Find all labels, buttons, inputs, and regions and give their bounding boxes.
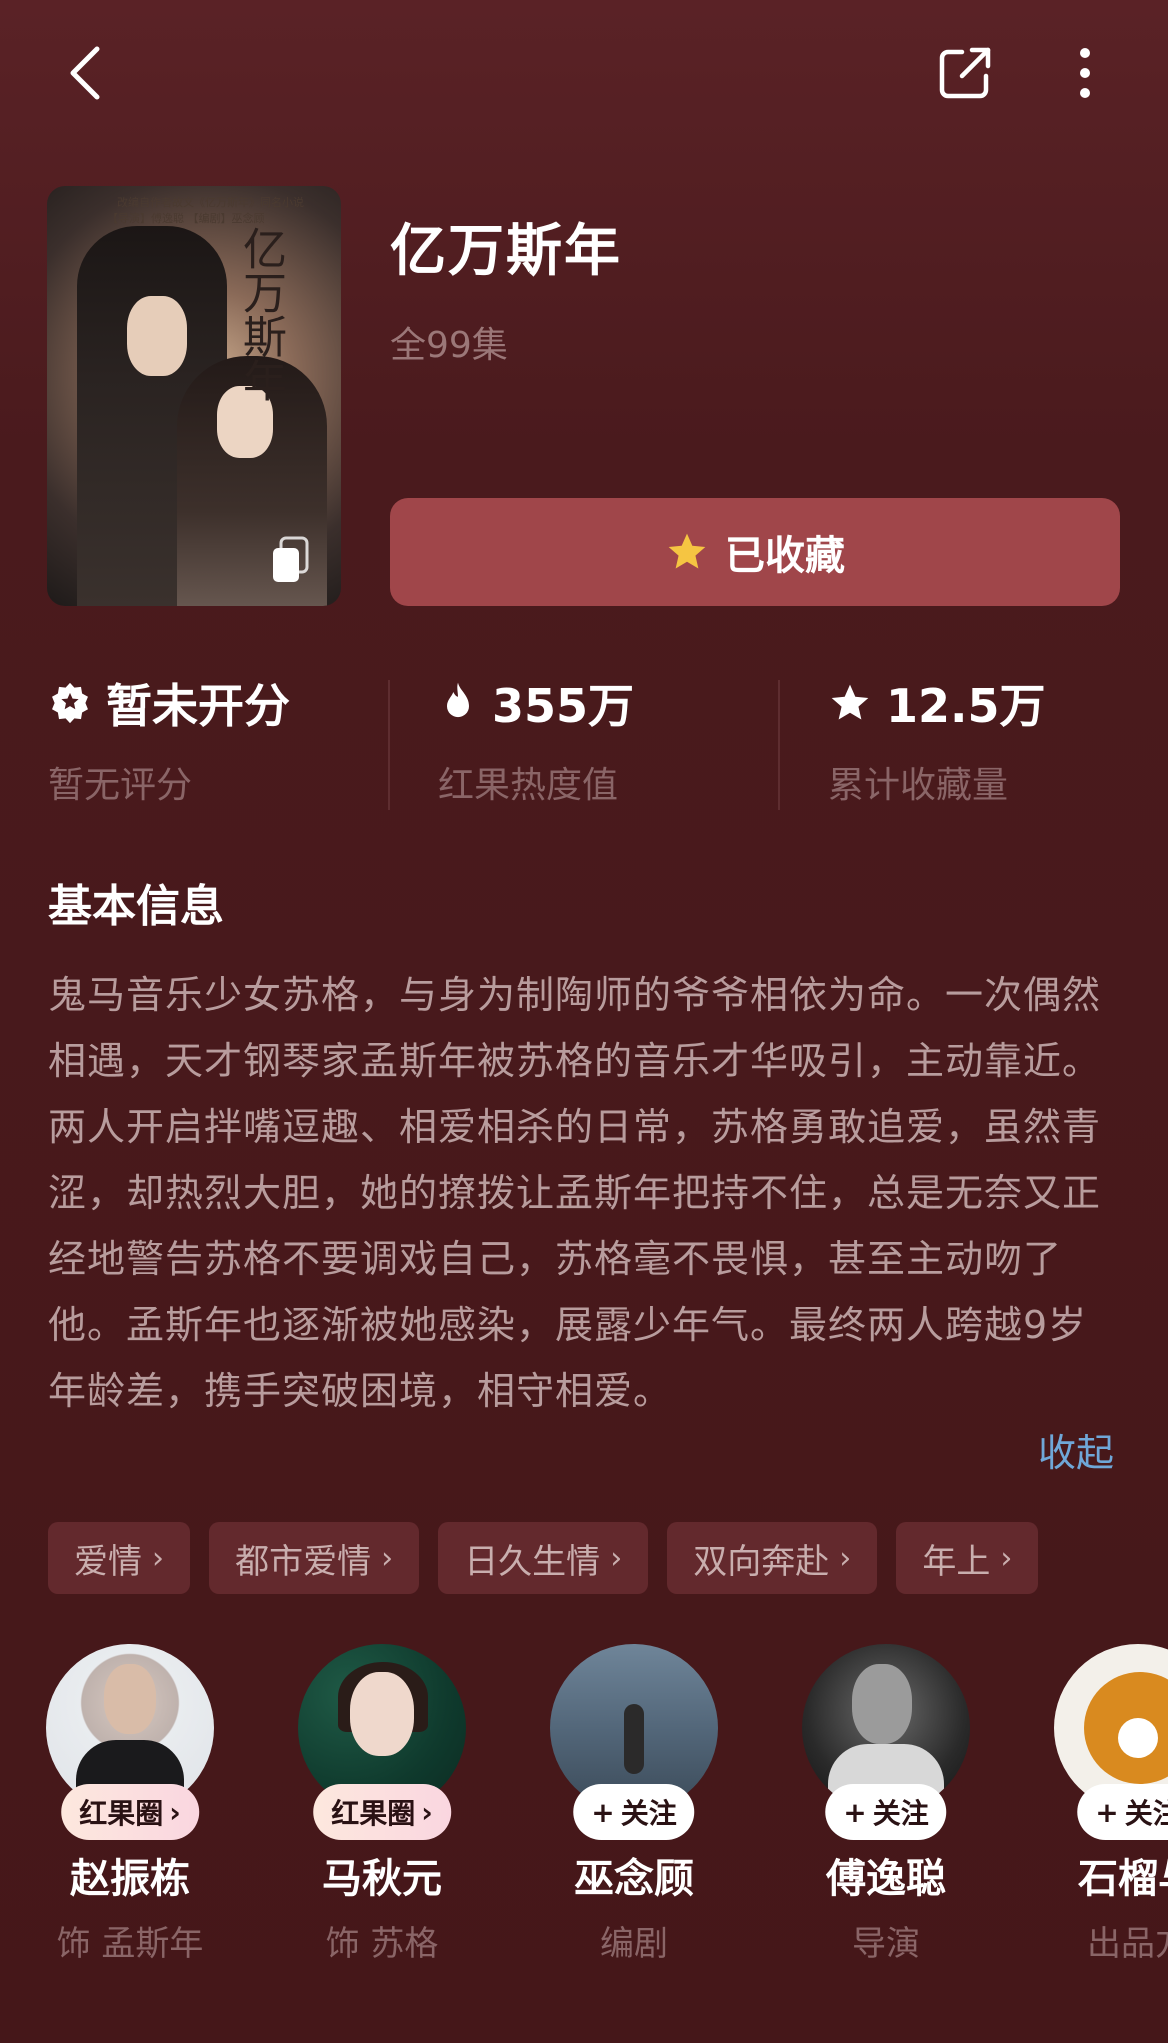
- person-role: 导演: [852, 1924, 920, 1964]
- stat-collections-label: 累计收藏量: [828, 765, 1009, 806]
- tag-chip[interactable]: 都市爱情 ›: [209, 1522, 420, 1594]
- tag-label: 双向奔赴: [693, 1541, 830, 1582]
- tag-chip[interactable]: 日久生情 ›: [438, 1522, 649, 1594]
- star-icon: [831, 684, 869, 720]
- poster-title-art: 亿万斯年: [235, 226, 286, 402]
- stat-collections[interactable]: 12.5万 累计收藏量: [828, 670, 1168, 808]
- follow-button[interactable]: + 关注: [825, 1784, 947, 1840]
- collect-button[interactable]: 已收藏: [390, 498, 1120, 606]
- chevron-left-icon: [70, 46, 100, 100]
- star-filled-icon: [668, 533, 706, 569]
- chevron-right-icon: ›: [839, 1540, 852, 1576]
- person-card[interactable]: 红果圈 › 马秋元 饰 苏格: [272, 1644, 492, 1965]
- more-vertical-icon: [1080, 48, 1090, 98]
- chevron-right-icon: ›: [1000, 1540, 1013, 1576]
- flame-icon: [447, 682, 469, 718]
- person-card[interactable]: + 关注 巫念顾 编剧: [524, 1644, 744, 1965]
- person-name: 傅逸聪: [826, 1856, 946, 1902]
- stat-divider: [778, 680, 780, 810]
- stats-row: 暂未开分 暂无评分 355万 红果热度值 12.5万 累计收藏量: [0, 670, 1168, 820]
- badge-label: 关注: [620, 1797, 677, 1830]
- chevron-right-icon: ›: [610, 1540, 623, 1576]
- chevron-right-icon: ›: [152, 1540, 164, 1576]
- tag-chip[interactable]: 年上 ›: [896, 1522, 1039, 1594]
- tag-label: 都市爱情: [235, 1541, 372, 1582]
- section-title-basic-info: 基本信息: [48, 881, 224, 932]
- person-card[interactable]: +关注 石榴与 出品方: [1028, 1644, 1168, 1965]
- badge-label: 红果圈: [331, 1797, 416, 1830]
- person-role: 出品方: [1087, 1924, 1168, 1964]
- follow-button[interactable]: + 关注: [1077, 1784, 1168, 1840]
- chevron-right-icon: ›: [381, 1540, 394, 1576]
- tag-label: 爱情: [74, 1541, 142, 1582]
- stat-heat-value: 355万: [492, 679, 635, 733]
- more-button[interactable]: [1050, 38, 1120, 108]
- drama-title: 亿万斯年: [390, 219, 622, 284]
- person-card[interactable]: 红果圈 › 赵振栋 饰 孟斯年: [20, 1644, 240, 1965]
- poster-credit-note: 【导演】傅逸聪 【编剧】巫念顾: [107, 212, 265, 225]
- poster-face-man: [127, 296, 187, 376]
- poster-image[interactable]: 改编自作者故文《亿万斯年》同名小说 【导演】傅逸聪 【编剧】巫念顾 亿万斯年: [47, 186, 341, 606]
- share-button[interactable]: [930, 38, 1000, 108]
- chevron-right-icon: ›: [169, 1795, 181, 1829]
- stat-heat-label: 红果热度值: [438, 765, 619, 806]
- badge-label: 关注: [872, 1797, 929, 1830]
- person-name: 马秋元: [322, 1856, 442, 1902]
- tag-label: 年上: [922, 1541, 991, 1582]
- chevron-right-icon: ›: [421, 1795, 433, 1829]
- stat-heat[interactable]: 355万 红果热度值: [438, 670, 778, 808]
- plus-icon: +: [843, 1795, 867, 1829]
- hongguo-circle-button[interactable]: 红果圈 ›: [313, 1784, 451, 1840]
- genre-tags: 爱情 › 都市爱情 › 日久生情 › 双向奔赴 › 年上 ›: [48, 1522, 1168, 1594]
- stat-collections-value: 12.5万: [886, 679, 1046, 733]
- stat-divider: [388, 680, 390, 810]
- person-role: 饰 孟斯年: [56, 1924, 204, 1964]
- back-button[interactable]: [50, 38, 120, 108]
- top-bar: [0, 0, 1168, 150]
- collapse-link[interactable]: 收起: [1038, 1422, 1114, 1477]
- person-name: 赵振栋: [70, 1856, 190, 1902]
- stat-rating[interactable]: 暂未开分 暂无评分: [48, 670, 388, 808]
- share-icon: [939, 47, 991, 99]
- person-card[interactable]: + 关注 傅逸聪 导演: [776, 1644, 996, 1965]
- gallery-copy-icon[interactable]: [269, 536, 313, 584]
- cast-crew-list: 红果圈 › 赵振栋 饰 孟斯年 红果圈 › 马秋元 饰 苏格 + 关注 巫念顾 编剧 …: [0, 1644, 1168, 1974]
- hongguo-circle-button[interactable]: 红果圈 ›: [61, 1784, 199, 1840]
- tag-label: 日久生情: [464, 1541, 601, 1582]
- person-name: 石榴与: [1078, 1856, 1168, 1902]
- synopsis-text: 鬼马音乐少女苏格，与身为制陶师的爷爷相依为命。一次偶然相遇，天才钢琴家孟斯年被苏…: [48, 973, 1102, 1413]
- episode-count: 全99集: [390, 325, 508, 366]
- badge-star-icon: [52, 682, 88, 724]
- stat-rating-label: 暂无评分: [48, 765, 193, 806]
- badge-label: 红果圈: [79, 1797, 164, 1830]
- collect-button-label: 已收藏: [725, 533, 845, 579]
- plus-icon: +: [591, 1795, 615, 1829]
- person-role: 饰 苏格: [325, 1924, 439, 1964]
- badge-label: 关注: [1124, 1797, 1168, 1830]
- tag-chip[interactable]: 双向奔赴 ›: [667, 1522, 878, 1594]
- person-role: 编剧: [600, 1924, 668, 1964]
- follow-button[interactable]: + 关注: [573, 1784, 695, 1840]
- poster-top-note: 改编自作者故文《亿万斯年》同名小说: [117, 196, 304, 209]
- stat-rating-value: 暂未开分: [106, 679, 290, 733]
- person-name: 巫念顾: [574, 1856, 694, 1902]
- plus-icon: +: [1095, 1795, 1119, 1829]
- tag-chip[interactable]: 爱情 ›: [48, 1522, 190, 1594]
